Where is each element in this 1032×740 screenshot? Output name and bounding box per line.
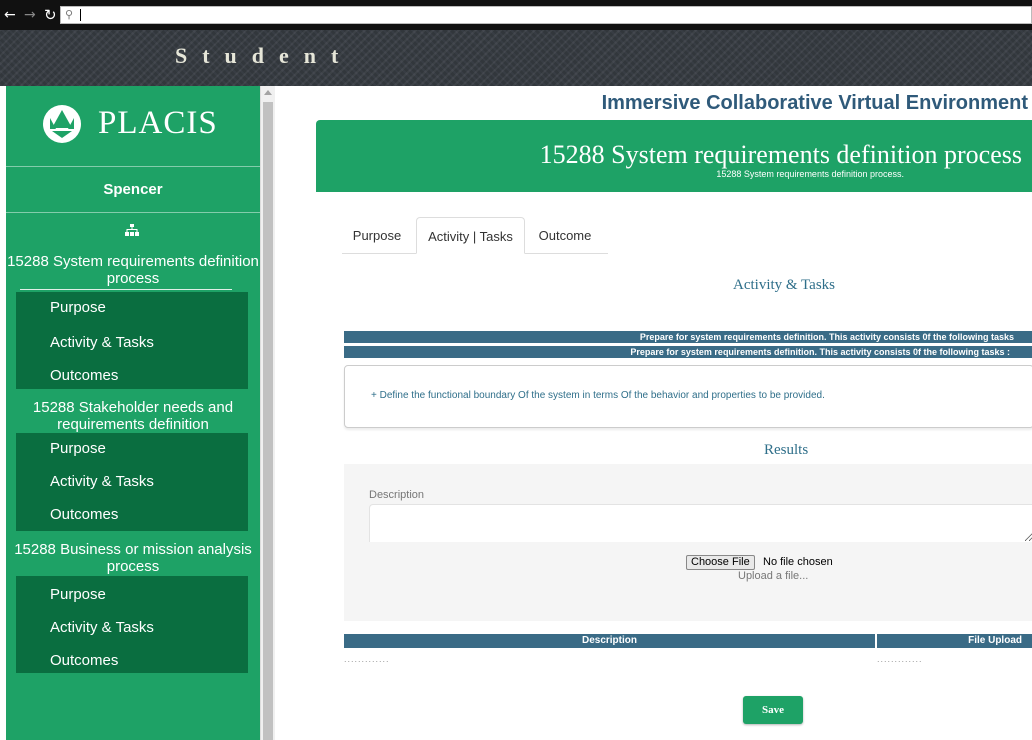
choose-file-button[interactable]: Choose File (686, 555, 755, 570)
reload-icon[interactable]: ↻ (44, 7, 57, 23)
logo-text: PLACIS (98, 105, 218, 141)
browser-toolbar: ← → ↻ ⚲ (0, 0, 1032, 30)
sidebar-item-outcomes[interactable]: Outcomes (50, 506, 118, 523)
sidebar-item-activity-tasks[interactable]: Activity & Tasks (50, 334, 154, 351)
sidebar-group-title[interactable]: 15288 Stakeholder needs and requirements… (6, 399, 260, 433)
scroll-up-icon[interactable] (264, 90, 272, 95)
table-cell-file-upload: ............. (877, 654, 923, 664)
banner-subtitle: 15288 System requirements definition pro… (716, 169, 904, 179)
table-header-description: Description (344, 634, 875, 648)
site-header: Student (0, 30, 1032, 86)
arrow-right-icon[interactable]: → (24, 7, 36, 23)
sidebar-scrollbar[interactable] (260, 86, 275, 740)
process-banner: 15288 System requirements definition pro… (316, 120, 1032, 192)
table-cell-description: ............. (344, 654, 390, 664)
user-name: Spencer (103, 181, 163, 198)
banner-title: 15288 System requirements definition pro… (539, 140, 1022, 169)
sidebar-item-purpose[interactable]: Purpose (50, 586, 106, 603)
sitemap-icon[interactable] (125, 224, 139, 236)
sidebar-item-outcomes[interactable]: Outcomes (50, 367, 118, 384)
task-list-box: + Define the functional boundary Of the … (344, 365, 1032, 428)
site-title: Student (175, 43, 354, 68)
placis-logo-icon (43, 105, 81, 143)
sidebar-group-title[interactable]: 15288 System requirements definition pro… (6, 253, 260, 287)
sidebar: PLACIS Spencer 15288 System requirements… (6, 86, 260, 740)
sidebar-submenu: Purpose Activity & Tasks Outcomes (16, 433, 248, 531)
activity-heading: Activity & Tasks (733, 277, 836, 293)
upload-hint: Upload a file... (738, 570, 809, 582)
logo[interactable]: PLACIS (6, 86, 260, 166)
arrow-left-icon[interactable]: ← (4, 7, 16, 23)
sidebar-divider (6, 212, 260, 213)
file-status: No file chosen (763, 556, 833, 568)
main-content: Immersive Collaborative Virtual Environm… (276, 86, 1032, 740)
sidebar-item-purpose[interactable]: Purpose (50, 440, 106, 457)
sidebar-item-activity-tasks[interactable]: Activity & Tasks (50, 619, 154, 636)
address-bar[interactable]: ⚲ (60, 6, 1032, 24)
sidebar-item-activity-tasks[interactable]: Activity & Tasks (50, 473, 154, 490)
search-icon: ⚲ (65, 8, 74, 21)
sidebar-group-title[interactable]: 15288 Business or mission analysis proce… (6, 541, 260, 575)
sidebar-group-underline (20, 289, 232, 290)
save-button[interactable]: Save (743, 696, 803, 724)
sidebar-item-purpose[interactable]: Purpose (50, 299, 106, 316)
sidebar-item-outcomes[interactable]: Outcomes (50, 652, 118, 669)
text-caret (80, 9, 81, 21)
results-heading: Results (764, 442, 809, 458)
description-field[interactable] (369, 504, 1032, 542)
description-label: Description (369, 489, 425, 501)
environment-title: Immersive Collaborative Virtual Environm… (601, 92, 1028, 114)
table-header-file-upload: File Upload (877, 634, 1032, 648)
tab-outcome[interactable]: Outcome (531, 217, 599, 254)
task-item: + Define the functional boundary Of the … (371, 390, 825, 401)
task-header-bar: Prepare for system requirements definiti… (344, 331, 1032, 343)
tab-activity-tasks[interactable]: Activity | Tasks (416, 217, 525, 254)
scroll-thumb[interactable] (263, 102, 273, 740)
sidebar-submenu: Purpose Activity & Tasks Outcomes (16, 576, 248, 673)
tab-purpose[interactable]: Purpose (344, 217, 410, 254)
results-panel: Description Choose File No file chosen U… (344, 464, 1032, 621)
header-texture (0, 30, 1032, 86)
sidebar-divider (6, 166, 260, 167)
sidebar-submenu: Purpose Activity & Tasks Outcomes (16, 292, 248, 389)
task-header-bar: Prepare for system requirements definiti… (344, 346, 1032, 358)
